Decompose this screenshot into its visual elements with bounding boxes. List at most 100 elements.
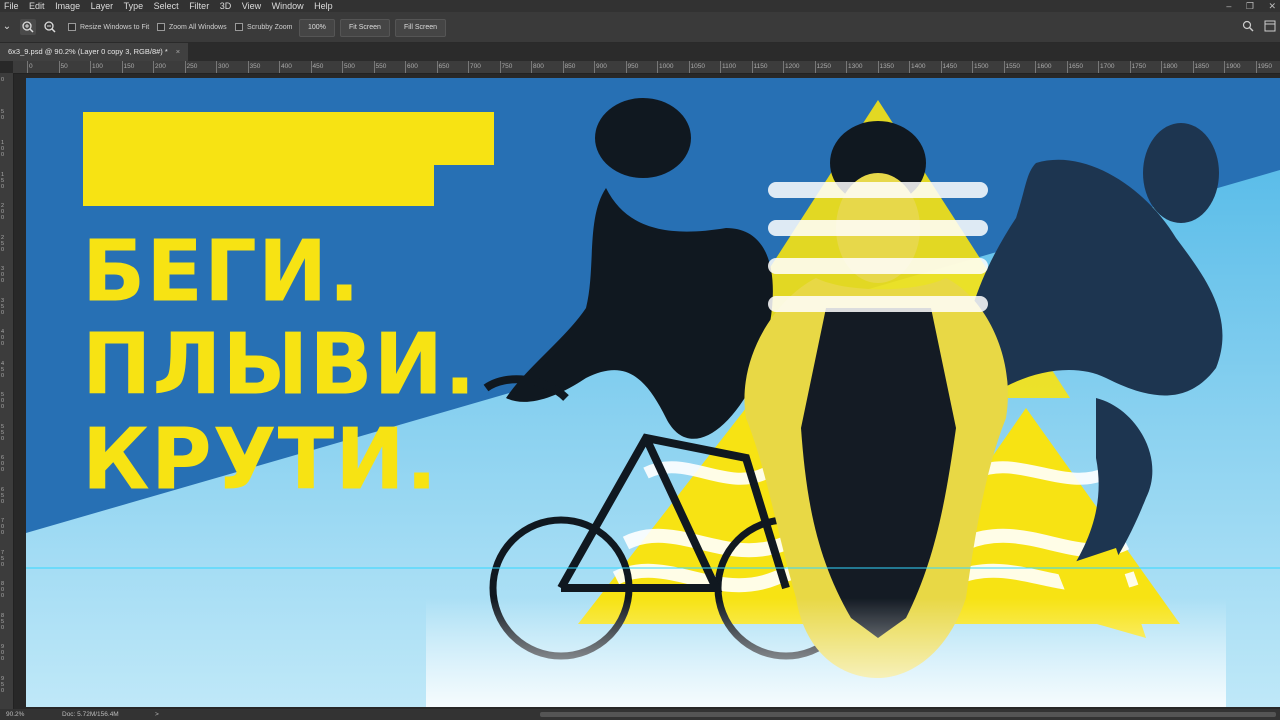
yellow-banner-shape xyxy=(83,112,494,206)
ruler-tick-label: 1400 xyxy=(908,61,926,73)
close-window-icon[interactable]: ✕ xyxy=(1268,1,1276,11)
ruler-tick-label: 1750 xyxy=(1129,61,1146,73)
ruler-tick-label: 1000 xyxy=(656,61,674,73)
ruler-tick-label: 1100 xyxy=(720,61,736,73)
document-tab-title: 6x3_9.psd @ 90.2% (Layer 0 copy 3, RGB/8… xyxy=(8,47,168,56)
ruler-tick-label: 900 xyxy=(594,61,607,73)
ruler-tick-label: 950 xyxy=(625,61,639,73)
ruler-tick-label: 600 xyxy=(1,455,5,473)
status-bar: 90.2% Doc: 5.72M/156.4M > xyxy=(0,709,1280,720)
menu-image[interactable]: Image xyxy=(51,0,84,12)
resize-windows-checkbox[interactable]: Resize Windows to Fit xyxy=(68,23,149,31)
headline-line-2: ПЛЫВИ. xyxy=(82,315,477,414)
document-tab-bar: 6x3_9.psd @ 90.2% (Layer 0 copy 3, RGB/8… xyxy=(0,43,1280,61)
ruler-tick-label: 400 xyxy=(1,329,5,347)
ruler-tick-label: 1950 xyxy=(1255,61,1272,73)
ruler-tick-label: 150 xyxy=(121,61,135,73)
horizontal-ruler[interactable]: 0 50 100 150 200 250 300 350 400 450 500 550 600 650 7… xyxy=(13,61,1280,74)
ruler-tick-label: 200 xyxy=(1,203,5,221)
menu-edit[interactable]: Edit xyxy=(25,0,49,12)
ruler-tick-label: 950 xyxy=(1,675,5,694)
zoom-all-windows-checkbox[interactable]: Zoom All Windows xyxy=(157,23,227,31)
zoom-out-icon[interactable] xyxy=(42,19,58,35)
ruler-tick-label: 800 xyxy=(1,581,5,599)
ruler-tick-label: 1800 xyxy=(1160,61,1178,73)
restore-icon[interactable]: ❐ xyxy=(1246,1,1254,11)
ruler-tick-label: 50 xyxy=(58,61,68,73)
ruler-tick-label: 1150 xyxy=(751,61,768,73)
zoom-in-icon[interactable] xyxy=(20,19,36,35)
ruler-tick-label: 300 xyxy=(216,61,229,73)
minimize-icon[interactable]: – xyxy=(1226,1,1231,11)
menu-filter[interactable]: Filter xyxy=(185,0,213,12)
zoom-level[interactable]: 90.2% xyxy=(6,709,24,720)
ruler-tick-label: 1250 xyxy=(814,61,831,73)
tool-preset-chevron-down-icon[interactable]: ⌄ xyxy=(2,19,12,35)
ruler-tick-label: 1650 xyxy=(1066,61,1083,73)
scrubby-zoom-checkbox[interactable]: Scrubby Zoom xyxy=(235,23,293,31)
document-canvas[interactable]: БЕГИ. ПЛЫВИ. КРУТИ. xyxy=(26,78,1280,707)
ruler-tick-label: 400 xyxy=(279,61,292,73)
checkbox-icon xyxy=(157,23,165,31)
ruler-tick-label: 850 xyxy=(562,61,576,73)
menu-select[interactable]: Select xyxy=(150,0,183,12)
ruler-tick-label: 800 xyxy=(531,61,544,73)
fit-screen-button[interactable]: Fit Screen xyxy=(340,19,390,37)
search-icon[interactable] xyxy=(1242,20,1254,35)
workspace-icon[interactable] xyxy=(1264,20,1276,35)
ruler-tick-label: 50 xyxy=(1,108,5,121)
ruler-tick-label: 500 xyxy=(342,61,355,73)
ruler-tick-label: 1500 xyxy=(971,61,989,73)
menu-layer[interactable]: Layer xyxy=(87,0,118,12)
fill-screen-button[interactable]: Fill Screen xyxy=(395,19,447,37)
vertical-ruler[interactable]: 0 50 100 150 200 250 300 350 400 450 500 550 600 650 7… xyxy=(0,73,14,709)
ruler-tick-label: 550 xyxy=(1,423,5,442)
ruler-tick-label: 1350 xyxy=(877,61,894,73)
horizontal-scrollbar[interactable] xyxy=(540,712,1276,717)
ruler-tick-label: 200 xyxy=(153,61,166,73)
status-menu-arrow-icon[interactable]: > xyxy=(155,709,159,720)
ruler-tick-label: 450 xyxy=(310,61,324,73)
headline-line-1: БЕГИ. xyxy=(82,222,361,321)
ruler-tick-label: 700 xyxy=(1,518,5,536)
ruler-tick-label: 350 xyxy=(247,61,261,73)
menu-view[interactable]: View xyxy=(238,0,265,12)
menu-3d[interactable]: 3D xyxy=(216,0,236,12)
ruler-tick-label: 150 xyxy=(1,171,5,190)
zoom-100-button[interactable]: 100% xyxy=(299,19,335,37)
ruler-tick-label: 600 xyxy=(405,61,418,73)
zoom-all-label: Zoom All Windows xyxy=(169,23,227,31)
ruler-tick-label: 750 xyxy=(499,61,513,73)
ruler-tick-label: 1200 xyxy=(782,61,800,73)
ruler-tick-label: 750 xyxy=(1,549,5,568)
menu-window[interactable]: Window xyxy=(268,0,308,12)
close-icon[interactable]: × xyxy=(176,47,180,56)
menu-help[interactable]: Help xyxy=(310,0,337,12)
scrubby-zoom-label: Scrubby Zoom xyxy=(247,23,293,31)
window-controls: – ❐ ✕ xyxy=(1214,0,1276,12)
ruler-tick-label: 1700 xyxy=(1097,61,1115,73)
ruler-tick-label: 1550 xyxy=(1003,61,1020,73)
ruler-tick-label: 650 xyxy=(1,486,5,505)
ruler-tick-label: 550 xyxy=(373,61,387,73)
ruler-tick-label: 1850 xyxy=(1192,61,1209,73)
doc-size: Doc: 5.72M/156.4M xyxy=(62,711,119,718)
ruler-tick-label: 100 xyxy=(1,140,5,158)
menu-type[interactable]: Type xyxy=(120,0,148,12)
ruler-tick-label: 350 xyxy=(1,297,5,316)
ruler-tick-label: 0 xyxy=(27,61,33,73)
ruler-tick-label: 650 xyxy=(436,61,450,73)
options-bar: ⌄ Resize Windows to Fit Zoom All Windows… xyxy=(0,12,1280,43)
ruler-tick-label: 100 xyxy=(90,61,103,73)
ruler-tick-label: 500 xyxy=(1,392,5,410)
menu-file[interactable]: File xyxy=(0,0,23,12)
ruler-tick-label: 300 xyxy=(1,266,5,284)
ruler-tick-label: 900 xyxy=(1,644,5,662)
document-tab[interactable]: 6x3_9.psd @ 90.2% (Layer 0 copy 3, RGB/8… xyxy=(0,43,189,61)
headline-line-3: КРУТИ. xyxy=(82,410,439,509)
ruler-tick-label: 1300 xyxy=(845,61,863,73)
ruler-tick-label: 1600 xyxy=(1034,61,1052,73)
checkbox-icon xyxy=(235,23,243,31)
ruler-tick-label: 1900 xyxy=(1223,61,1241,73)
checkbox-icon xyxy=(68,23,76,31)
